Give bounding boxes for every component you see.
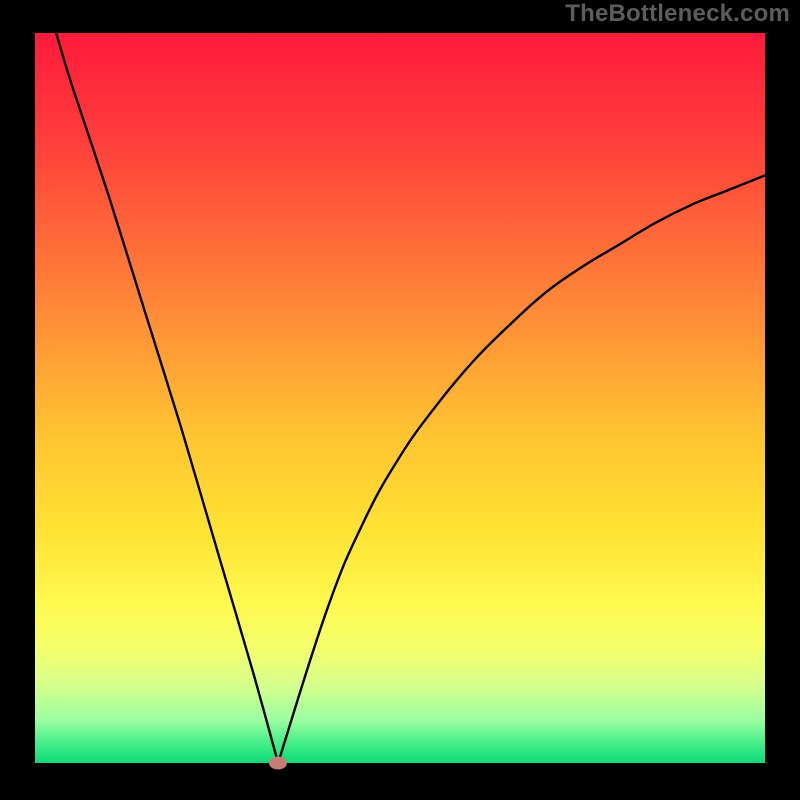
- bottleneck-curve: [35, 33, 765, 763]
- minimum-marker: [269, 757, 287, 770]
- plot-area: [35, 33, 765, 763]
- chart-frame: TheBottleneck.com: [0, 0, 800, 800]
- watermark-label: TheBottleneck.com: [565, 0, 790, 28]
